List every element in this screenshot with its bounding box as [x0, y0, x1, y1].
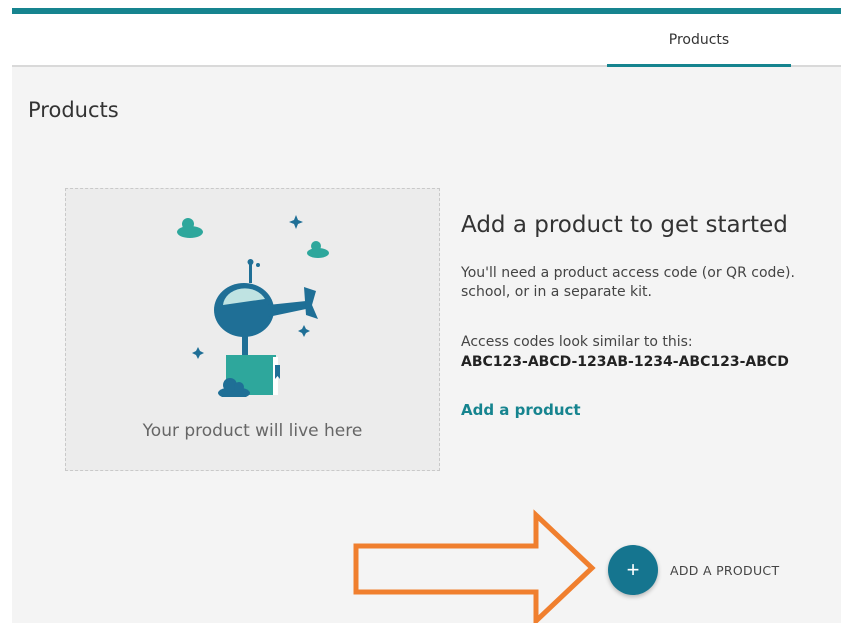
tab-products-label: Products	[668, 31, 730, 48]
cloud-icon	[307, 241, 329, 258]
cloud-icon	[177, 218, 203, 238]
get-started-heading: Add a product to get started	[461, 212, 788, 238]
sparkle-icon	[289, 215, 303, 229]
tab-products[interactable]: Products	[607, 14, 791, 67]
access-code-example: ABC123-ABCD-123AB-1234-ABC123-ABCD	[461, 354, 789, 370]
sparkle-icon	[298, 325, 310, 337]
add-product-button[interactable]: +	[608, 545, 658, 595]
add-product-button-label[interactable]: ADD A PRODUCT	[670, 563, 779, 578]
add-product-link[interactable]: Add a product	[461, 401, 581, 419]
main-content: Products Your product will live here Add…	[12, 67, 841, 623]
top-navigation: Products	[12, 14, 841, 67]
sparkle-icon	[192, 347, 204, 359]
placeholder-caption: Your product will live here	[142, 421, 363, 441]
product-placeholder-card: Your product will live here	[65, 188, 440, 471]
plus-icon: +	[626, 557, 640, 582]
helicopter-illustration-icon	[177, 215, 329, 397]
access-code-example-label: Access codes look similar to this:	[461, 334, 693, 350]
access-code-instructions: You'll need a product access code (or QR…	[461, 265, 795, 300]
page-title: Products	[28, 98, 119, 122]
